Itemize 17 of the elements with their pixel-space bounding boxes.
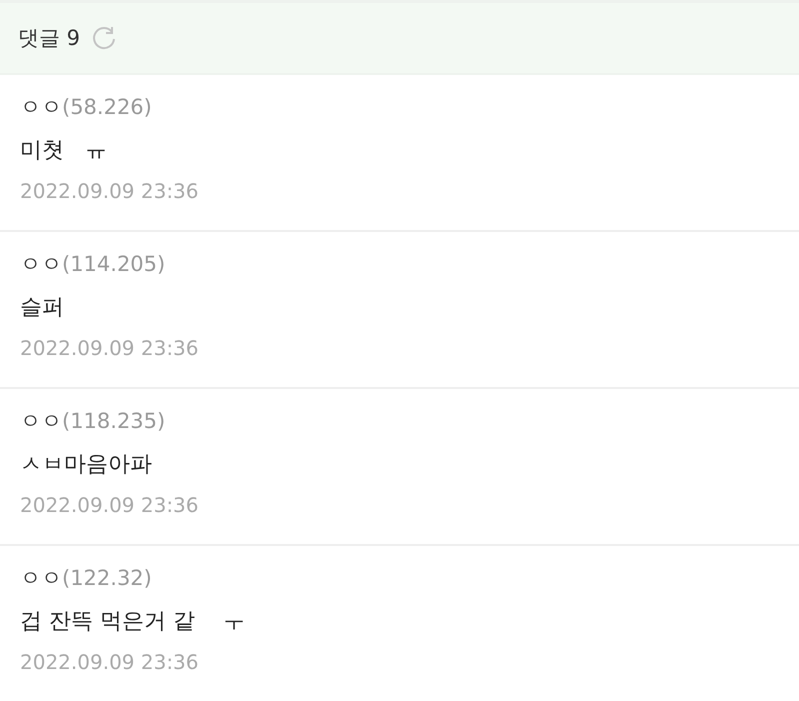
nickname: ㅇㅇ [20,95,62,119]
comment-text: 미쳣 ㅠ [20,137,108,165]
ip-address: (122.32) [62,566,152,590]
ip-address: (58.226) [62,95,152,119]
nickname: ㅇㅇ [20,252,62,276]
comment-date: 2022.09.09 23:36 [20,650,200,674]
ip-address: (114.205) [62,252,166,276]
nickname: ㅇㅇ [20,409,62,433]
comment-count-label: 댓글 9 [18,25,80,52]
comment-text: ㅅㅂ마음아파 [20,451,153,479]
comment-date: 2022.09.09 23:36 [20,336,200,360]
comment-text: 슬퍼 [20,294,65,322]
nickname: ㅇㅇ [20,566,62,590]
ip-address: (118.235) [62,409,166,433]
comment-date: 2022.09.09 23:36 [20,179,200,203]
comment-text: 겁 잔뜩 먹은거 같 ㅜ [20,608,246,636]
comment-date: 2022.09.09 23:36 [20,493,200,517]
